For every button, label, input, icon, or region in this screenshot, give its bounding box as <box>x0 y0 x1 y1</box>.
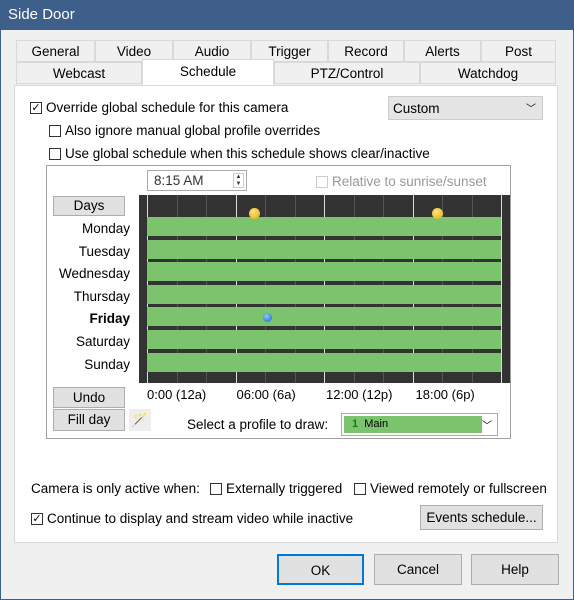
time-spinner[interactable]: 8:15 AM ▲ ▼ <box>147 170 247 191</box>
checkbox-icon <box>210 482 222 495</box>
time-tick-label: 06:00 (6a) <box>236 387 296 402</box>
schedule-row-thursday[interactable] <box>147 284 501 304</box>
viewed-label: Viewed remotely or fullscreen <box>370 481 547 496</box>
fill-day-button[interactable]: Fill day <box>53 409 125 431</box>
externally-triggered-checkbox[interactable]: Externally triggered <box>210 481 342 496</box>
day-label: Monday <box>81 221 130 236</box>
schedule-row-saturday[interactable] <box>147 330 501 349</box>
tab-post[interactable]: Post <box>481 40 556 62</box>
schedule-row-friday[interactable] <box>147 307 501 327</box>
relative-label: Relative to sunrise/sunset <box>332 174 487 189</box>
day-label: Tuesday <box>78 243 130 259</box>
checkbox-icon <box>354 482 366 495</box>
tab-schedule[interactable]: Schedule <box>142 59 274 86</box>
sun-icon <box>432 208 443 219</box>
relative-checkbox[interactable]: Relative to sunrise/sunset <box>316 174 487 189</box>
viewed-remotely-checkbox[interactable]: Viewed remotely or fullscreen <box>354 481 547 496</box>
checkbox-icon: ✓ <box>30 101 42 114</box>
profile-label: Select a profile to draw: <box>187 417 329 432</box>
day-label: Wednesday <box>58 266 130 282</box>
day-label: Saturday <box>75 334 130 349</box>
cancel-button[interactable]: Cancel <box>374 554 462 585</box>
checkbox-icon <box>49 124 61 137</box>
schedule-grid[interactable] <box>139 195 510 383</box>
undo-button[interactable]: Undo <box>53 387 125 408</box>
override-label: Override global schedule for this camera <box>46 100 289 115</box>
profile-number: 1 <box>352 418 359 430</box>
tab-general[interactable]: General <box>16 40 95 62</box>
magic-wand-icon[interactable]: 🪄 <box>129 409 151 431</box>
externally-label: Externally triggered <box>226 481 343 496</box>
use-global-checkbox[interactable]: Use global schedule when this schedule s… <box>49 146 430 161</box>
time-value: 8:15 AM <box>154 173 204 188</box>
window-title: Side Door <box>8 6 75 23</box>
ignore-manual-checkbox[interactable]: Also ignore manual global profile overri… <box>49 123 320 138</box>
schedule-row-wednesday[interactable] <box>147 262 501 282</box>
time-tick-label: 0:00 (12a) <box>147 387 207 402</box>
tab-record[interactable]: Record <box>328 40 404 62</box>
time-tick-label: 12:00 (12p) <box>326 387 393 402</box>
active-when-label: Camera is only active when: <box>31 481 200 496</box>
events-schedule-button[interactable]: Events schedule... <box>420 505 543 530</box>
profile-name: Main <box>364 418 389 430</box>
day-label: Friday <box>89 311 130 327</box>
checkbox-icon: ✓ <box>31 512 43 525</box>
ignore-manual-label: Also ignore manual global profile overri… <box>65 123 321 138</box>
use-global-label: Use global schedule when this schedule s… <box>65 146 430 161</box>
checkbox-icon <box>316 175 328 188</box>
tab-webcast[interactable]: Webcast <box>16 62 142 84</box>
ok-button[interactable]: OK <box>277 554 364 585</box>
tab-alerts[interactable]: Alerts <box>404 40 481 62</box>
day-label: Sunday <box>84 356 130 372</box>
schedule-row-tuesday[interactable] <box>147 239 501 259</box>
time-marker-icon <box>263 313 272 322</box>
tab-ptzcontrol[interactable]: PTZ/Control <box>274 62 420 84</box>
continue-checkbox[interactable]: ✓ Continue to display and stream video wh… <box>31 511 353 526</box>
hour-gridline <box>501 195 502 383</box>
chevron-down-icon: ﹀ <box>482 421 492 432</box>
checkbox-icon <box>49 147 61 160</box>
chevron-down-icon: ﹀ <box>526 104 536 115</box>
schedule-row-monday[interactable] <box>147 217 501 236</box>
day-label: Thursday <box>73 288 130 304</box>
days-button[interactable]: Days <box>53 196 125 216</box>
preset-dropdown[interactable]: Custom ﹀ <box>388 96 543 120</box>
tab-watchdog[interactable]: Watchdog <box>420 62 556 84</box>
schedule-row-sunday[interactable] <box>147 352 501 372</box>
continue-label: Continue to display and stream video whi… <box>47 511 354 526</box>
time-tick-label: 18:00 (6p) <box>415 387 475 402</box>
profile-dropdown[interactable]: 1 Main ﹀ <box>341 413 498 436</box>
sun-icon <box>249 208 260 219</box>
help-button[interactable]: Help <box>471 554 559 585</box>
preset-value: Custom <box>393 101 440 116</box>
override-checkbox[interactable]: ✓ Override global schedule for this camer… <box>30 100 288 115</box>
spinner-arrows-icon[interactable]: ▲ ▼ <box>233 173 244 188</box>
